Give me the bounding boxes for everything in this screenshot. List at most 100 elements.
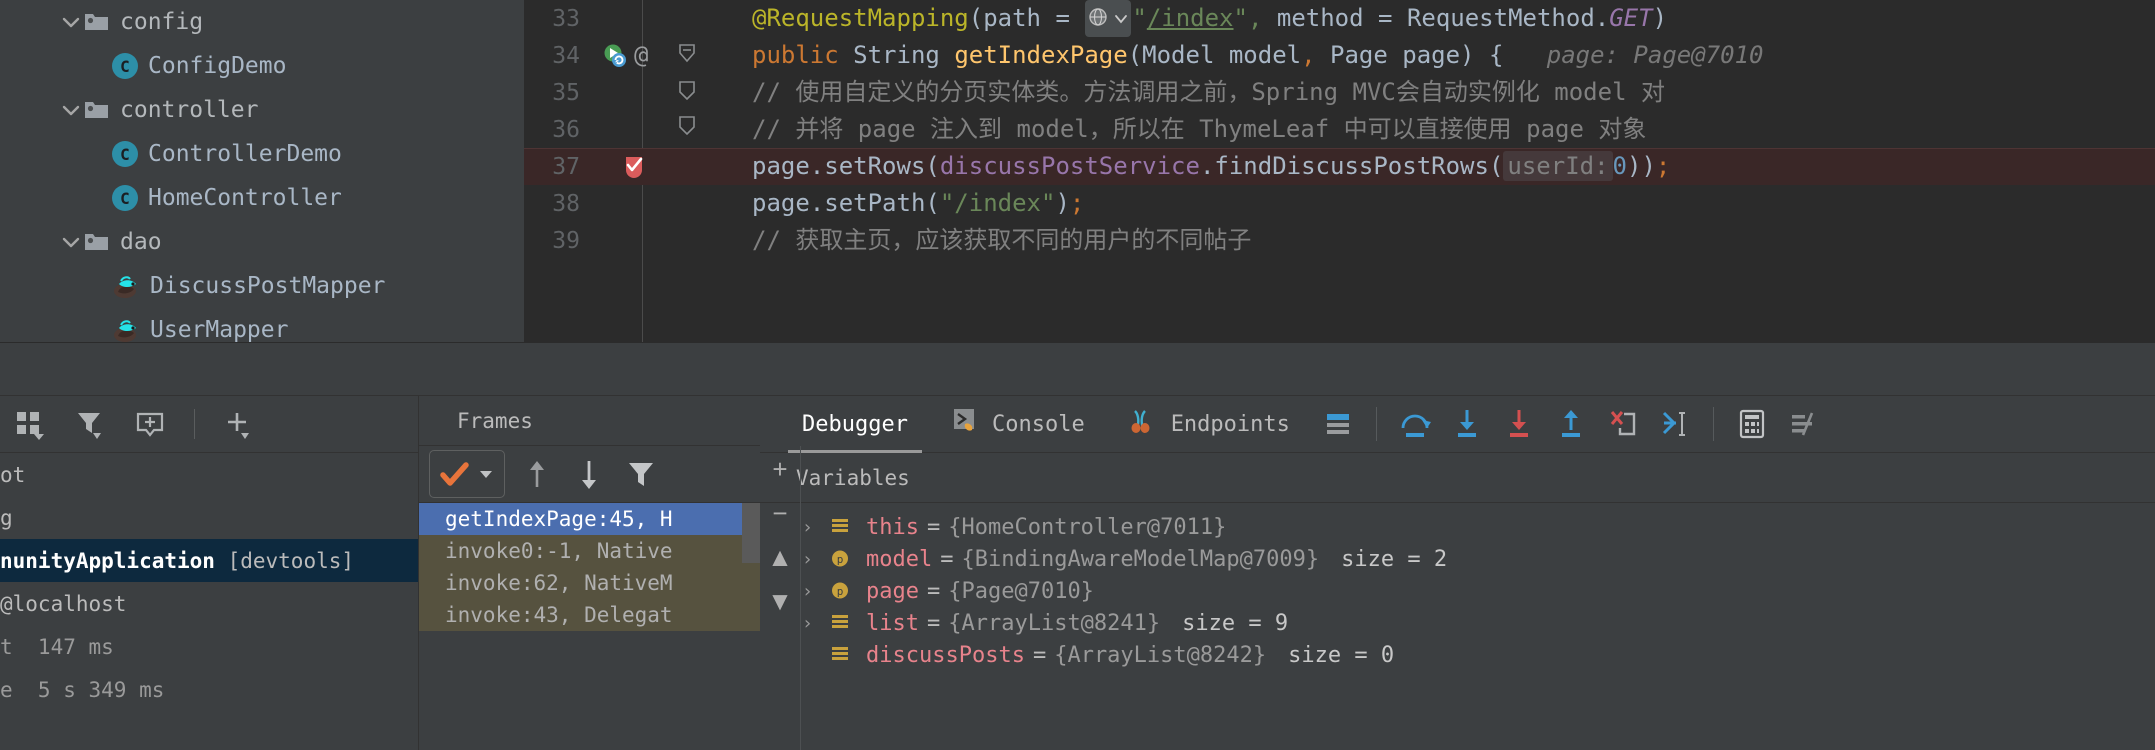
code-line-39[interactable]: 39 // 获取主页，应该获取不同的用户的不同帖子 — [524, 222, 2155, 259]
at-icon[interactable]: @ — [634, 41, 648, 69]
code-token: page: Page@7010 — [1503, 41, 1764, 69]
evaluate-expression-icon[interactable] — [1732, 404, 1772, 444]
frames-scrollbar[interactable] — [742, 503, 760, 563]
run-to-cursor-icon[interactable] — [1655, 404, 1695, 444]
step-up-frame-icon[interactable] — [517, 454, 557, 494]
variable-row[interactable]: › p model = {BindingAwareModelMap@7009} size … — [760, 543, 2155, 575]
force-step-into-icon[interactable] — [1499, 404, 1539, 444]
service-row[interactable]: e 5 s 349 ms — [0, 668, 418, 711]
chevron-down-icon[interactable] — [58, 97, 84, 123]
breakpoint-verified-icon[interactable] — [620, 153, 648, 186]
tab-console[interactable]: Console — [930, 396, 1107, 453]
parameter-icon: p — [830, 581, 852, 601]
code-text: page.setRows(discussPostService.findDisc… — [698, 148, 1670, 185]
tree-node-homecontroller[interactable]: HomeController — [0, 176, 524, 220]
tab-endpoints[interactable]: Endpoints — [1107, 396, 1312, 453]
variable-row[interactable]: discussPosts = {ArrayList@8242} size = 0 — [760, 639, 2155, 671]
expand-arrow-icon[interactable]: › — [802, 549, 830, 570]
frame-row[interactable]: getIndexPage:45, H — [419, 503, 760, 535]
tool-window-divider[interactable] — [0, 342, 2155, 735]
gutter-icons[interactable] — [588, 111, 698, 148]
web-reference-chip[interactable] — [1085, 0, 1132, 38]
variable-value: {HomeController@7011} — [948, 514, 1227, 540]
step-over-icon[interactable] — [1395, 404, 1435, 444]
variables-list[interactable]: › this = {HomeController@7011} › p model = {Bind… — [760, 503, 2155, 671]
code-line-36[interactable]: 36 // 并将 page 注入到 model，所以在 ThymeLeaf 中可以… — [524, 111, 2155, 148]
code-token: RequestMethod. — [1406, 3, 1610, 32]
frame-row[interactable]: invoke0:-1, Native — [419, 535, 760, 567]
mybatis-mapper-icon — [112, 273, 142, 299]
run-method-icon[interactable] — [602, 43, 628, 74]
code-line-35[interactable]: 35 // 使用自定义的分页实体类。方法调用之前，Spring MVC会自动实例化… — [524, 74, 2155, 111]
service-row-suffix: [devtools] — [214, 548, 355, 573]
code-line-38[interactable]: 38 page.setPath("/index"); — [524, 185, 2155, 222]
add-frame-icon[interactable] — [128, 404, 172, 444]
variable-row[interactable]: › this = {HomeController@7011} — [760, 511, 2155, 543]
code-token: Page page) { — [1330, 41, 1504, 69]
object-icon — [830, 645, 852, 665]
service-row[interactable]: nunityApplication [devtools] — [0, 539, 418, 582]
filter-frames-icon[interactable] — [621, 454, 661, 494]
tree-node-controller[interactable]: controller — [0, 88, 524, 132]
services-row-list[interactable]: ot g nunityApplication [devtools] @localhos… — [0, 453, 418, 711]
frame-row[interactable]: invoke:62, NativeM — [419, 567, 760, 599]
tree-node-usermapper[interactable]: UserMapper — [0, 308, 524, 342]
tree-node-configdemo[interactable]: ConfigDemo — [0, 44, 524, 88]
services-panel[interactable]: ot g nunityApplication [devtools] @localhos… — [0, 396, 419, 750]
code-text: @RequestMapping(path = "/index", method … — [698, 0, 1667, 38]
code-line-34[interactable]: 34 @ public String getIndexPage(Model mode… — [524, 37, 2155, 74]
expand-arrow-icon[interactable]: › — [802, 517, 830, 538]
tab-debugger[interactable]: Debugger — [780, 396, 930, 453]
gutter-icons[interactable] — [588, 222, 698, 259]
service-row[interactable]: @localhost — [0, 582, 418, 625]
fold-region-icon[interactable] — [678, 78, 696, 105]
frame-row[interactable]: invoke:43, Delegat — [419, 599, 760, 631]
variable-name: model — [866, 546, 933, 572]
fold-icon[interactable] — [678, 43, 696, 70]
tree-node-dao[interactable]: dao — [0, 220, 524, 264]
fold-region-icon[interactable] — [678, 113, 696, 140]
variable-row[interactable]: › p page = {Page@7010} — [760, 575, 2155, 607]
tab-label: Endpoints — [1170, 411, 1290, 437]
gutter-icons[interactable]: @ — [588, 37, 698, 74]
code-editor[interactable]: 33 @RequestMapping(path = "/index", metho… — [524, 0, 2155, 342]
tree-node-controllerdemo[interactable]: ControllerDemo — [0, 132, 524, 176]
drop-frame-icon[interactable] — [1603, 404, 1643, 444]
debugger-panel: Debugger Console Endpoints Variables + − ▲… — [760, 396, 2155, 750]
step-down-frame-icon[interactable] — [569, 454, 609, 494]
frames-list[interactable]: getIndexPage:45, H invoke0:-1, Native invo… — [419, 503, 760, 631]
tree-node-discusspostmapper[interactable]: DiscussPostMapper — [0, 264, 524, 308]
step-into-icon[interactable] — [1447, 404, 1487, 444]
plus-icon[interactable] — [217, 404, 261, 444]
expand-arrow-icon[interactable]: › — [802, 613, 830, 634]
gutter-icons[interactable] — [588, 148, 698, 185]
code-token: 0 — [1612, 152, 1627, 180]
service-row[interactable]: t 147 ms — [0, 625, 418, 668]
code-token: method — [1276, 3, 1379, 32]
gutter-icons[interactable] — [588, 74, 698, 111]
project-tree-panel[interactable]: config ConfigDemo controller ControllerDemo… — [0, 0, 524, 342]
add-watch-button[interactable]: + — [763, 452, 797, 486]
code-token: @RequestMapping — [752, 3, 969, 32]
variable-row[interactable]: › list = {ArrayList@8241} size = 9 — [760, 607, 2155, 639]
java-class-icon — [112, 185, 138, 211]
gutter-icons[interactable] — [588, 185, 698, 222]
step-out-icon[interactable] — [1551, 404, 1591, 444]
code-token: public — [752, 41, 854, 69]
service-row[interactable]: g — [0, 496, 418, 539]
code-token: ) — [1055, 189, 1070, 217]
layout-settings-icon[interactable] — [1318, 404, 1358, 444]
code-line-37[interactable]: 37 page.setRows(discussPostService.findDi… — [524, 148, 2155, 185]
debugger-tab-bar: Debugger Console Endpoints — [760, 396, 2155, 453]
expand-arrow-icon[interactable]: › — [802, 581, 830, 602]
service-row[interactable]: ot — [0, 453, 418, 496]
thread-dropdown[interactable] — [429, 450, 505, 498]
tree-node-config[interactable]: config — [0, 0, 524, 44]
code-line-33[interactable]: 33 @RequestMapping(path = "/index", metho… — [524, 0, 2155, 38]
group-by-icon[interactable] — [8, 404, 52, 444]
chevron-down-icon[interactable] — [58, 229, 84, 255]
gutter-icons[interactable] — [588, 0, 698, 37]
mute-breakpoints-icon[interactable] — [1784, 404, 1824, 444]
filter-icon[interactable] — [68, 404, 112, 444]
chevron-down-icon[interactable] — [58, 9, 84, 35]
